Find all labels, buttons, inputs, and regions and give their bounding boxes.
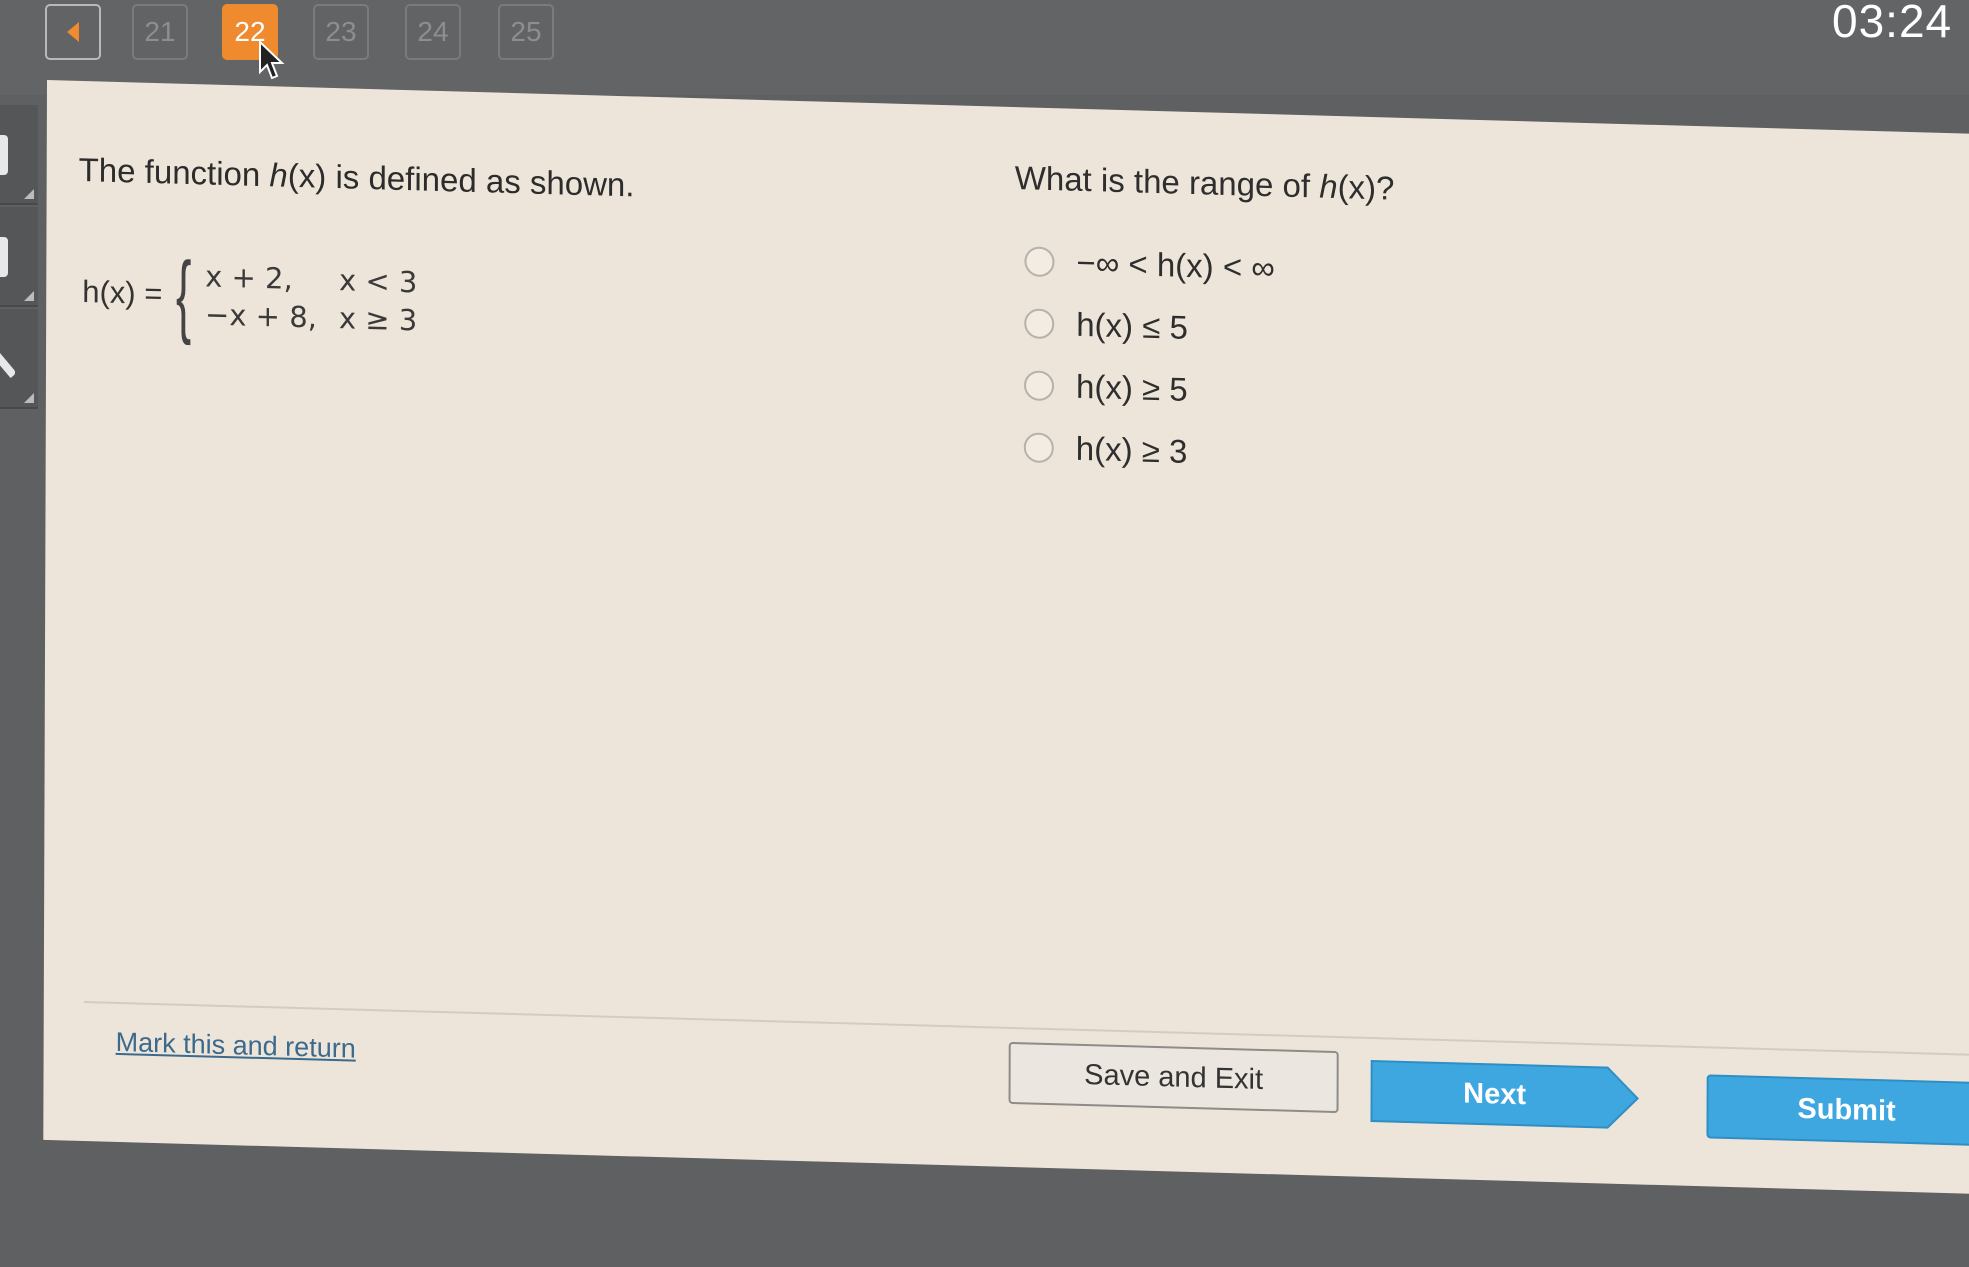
answer-option-4[interactable]: h(x) ≥ 3 (1023, 428, 1188, 471)
tool-icon (0, 237, 8, 277)
answer-option-2[interactable]: h(x) ≤ 5 (1024, 304, 1188, 347)
case-condition: x < 3 (338, 263, 418, 300)
radio-button[interactable] (1023, 370, 1055, 402)
sidebar-tool-3[interactable] (0, 309, 38, 409)
next-button[interactable]: Next (1369, 1059, 1640, 1131)
question-25-button[interactable]: 25 (498, 4, 554, 60)
save-and-exit-button[interactable]: Save and Exit (1008, 1041, 1339, 1114)
question-number: 21 (144, 16, 176, 47)
brace-icon: { (175, 243, 192, 347)
left-arrow-icon (67, 22, 79, 42)
stem-text: is defined as shown. (326, 157, 635, 204)
button-label: Submit (1797, 1092, 1896, 1128)
question-number: 23 (325, 16, 357, 47)
option-label: h(x) ≥ 3 (1075, 429, 1188, 470)
question-prompt: What is the range of h(x)? (1015, 159, 1395, 208)
previous-question-button[interactable] (45, 4, 101, 60)
function-name: h (269, 156, 288, 194)
answer-option-1[interactable]: −∞ < h(x) < ∞ (1024, 242, 1275, 287)
pencil-icon (0, 349, 17, 379)
stem-text: The function (78, 150, 270, 194)
function-lhs: h(x) = (82, 273, 163, 312)
mark-and-return-link[interactable]: Mark this and return (116, 1027, 356, 1065)
sidebar-tool-1[interactable] (0, 105, 38, 205)
function-arg: (x) (1337, 168, 1377, 207)
button-label: Save and Exit (1084, 1058, 1264, 1096)
function-name: h (1319, 167, 1338, 206)
countdown-timer: 03:24 (1832, 0, 1953, 47)
sidebar-tool-2[interactable] (0, 207, 38, 307)
question-21-button[interactable]: 21 (132, 4, 188, 60)
radio-button[interactable] (1024, 308, 1055, 340)
case-expression: x + 2, (205, 259, 293, 296)
mouse-cursor-icon (259, 40, 285, 80)
case-expression: −x + 8, (204, 297, 317, 335)
question-24-button[interactable]: 24 (405, 4, 461, 60)
question-23-button[interactable]: 23 (313, 4, 369, 60)
option-label: −∞ < h(x) < ∞ (1076, 243, 1275, 287)
radio-button[interactable] (1024, 246, 1055, 278)
option-label: h(x) ≤ 5 (1076, 305, 1188, 346)
answer-option-3[interactable]: h(x) ≥ 5 (1023, 366, 1188, 409)
radio-button[interactable] (1023, 432, 1054, 464)
question-number: 25 (510, 16, 542, 47)
question-navigation-bar: 21 22 23 24 25 03:24 (0, 0, 1969, 95)
tool-icon (0, 135, 8, 175)
function-arg: (x) (287, 156, 327, 195)
prompt-text: ? (1376, 169, 1395, 207)
cases: x + 2, x < 3 −x + 8, x ≥ 3 (205, 259, 417, 337)
expand-corner-icon (24, 291, 34, 301)
case-condition: x ≥ 3 (338, 301, 418, 338)
expand-corner-icon (24, 393, 34, 403)
expand-corner-icon (24, 189, 34, 199)
question-number: 24 (417, 16, 449, 47)
question-panel: The function h(x) is defined as shown. h… (43, 80, 1969, 1195)
button-label: Next (1463, 1077, 1527, 1111)
tool-sidebar (0, 95, 42, 415)
question-stem: The function h(x) is defined as shown. (79, 151, 635, 205)
prompt-text: What is the range of (1014, 159, 1320, 205)
piecewise-definition: h(x) = { x + 2, x < 3 −x + 8, x ≥ 3 (82, 243, 417, 347)
option-label: h(x) ≥ 5 (1075, 367, 1188, 408)
submit-button[interactable]: Submit (1706, 1074, 1969, 1147)
